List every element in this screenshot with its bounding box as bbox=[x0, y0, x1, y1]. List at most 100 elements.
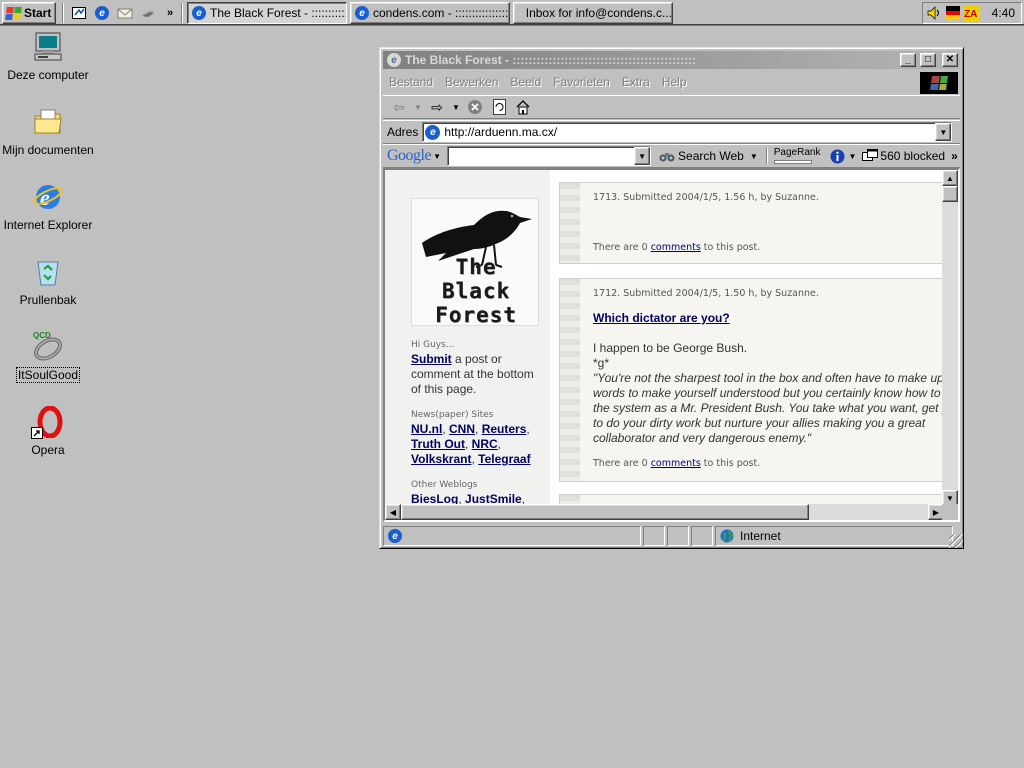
popup-blocker-icon bbox=[862, 149, 879, 161]
link-reuters[interactable]: Reuters bbox=[482, 422, 527, 436]
show-desktop-icon[interactable] bbox=[71, 5, 87, 21]
address-input[interactable]: e http://arduenn.ma.cx/ ▼ bbox=[422, 122, 953, 142]
navigation-toolbar: ⇦ ▼ ⇨ ▼ bbox=[383, 95, 960, 119]
comments-link[interactable]: comments bbox=[651, 458, 701, 469]
pagerank-label: PageRank bbox=[773, 147, 821, 158]
outlook-express-icon[interactable] bbox=[117, 5, 133, 21]
chevron-down-icon[interactable]: ▼ bbox=[433, 152, 441, 161]
greeting-text: Hi Guys... bbox=[411, 340, 455, 350]
clock[interactable]: 4:40 bbox=[992, 6, 1015, 20]
search-history-dropdown[interactable]: ▼ bbox=[634, 147, 651, 165]
menu-favorieten[interactable]: Favorieten bbox=[547, 75, 616, 89]
menu-bestand[interactable]: Bestand bbox=[383, 75, 439, 89]
forward-arrow-icon[interactable]: ⇨ bbox=[427, 98, 447, 116]
quicklaunch-more[interactable]: » bbox=[162, 5, 178, 21]
scroll-up-button[interactable]: ▲ bbox=[942, 170, 958, 186]
desktop-icon-label: Deze computer bbox=[7, 68, 89, 82]
globe-icon bbox=[720, 529, 734, 543]
news-links: NU.nl, CNN, Reuters, Truth Out, NRC, Vol… bbox=[411, 422, 531, 466]
vertical-scrollbar[interactable]: ▲ ▼ bbox=[942, 170, 958, 506]
scroll-left-button[interactable]: ◀ bbox=[385, 504, 401, 520]
page-info-button[interactable]: ▼ bbox=[830, 149, 856, 164]
status-cell bbox=[667, 526, 689, 546]
minimize-button[interactable]: _ bbox=[900, 53, 916, 67]
desktop-icon-label: ItSoulGood bbox=[15, 367, 81, 383]
google-search-input[interactable]: ▼ bbox=[447, 146, 652, 166]
start-button[interactable]: Start bbox=[2, 2, 56, 24]
network-flag-icon[interactable] bbox=[946, 6, 960, 20]
desktop-icon-recycle-bin[interactable]: Prullenbak bbox=[0, 255, 96, 307]
task-label: The Black Forest - :::::::::::::: bbox=[210, 6, 347, 20]
window-titlebar[interactable]: e The Black Forest - :::::::::::::::::::… bbox=[383, 51, 960, 69]
toolbar-separator bbox=[765, 148, 768, 164]
post-body: I happen to be George Bush. *g* "You're … bbox=[593, 341, 942, 446]
menu-bar: Bestand Bewerken Beeld Favorieten Extra … bbox=[383, 71, 960, 94]
desktop-icon-opera[interactable]: Opera bbox=[0, 405, 96, 457]
back-arrow-icon[interactable]: ⇦ bbox=[389, 98, 409, 116]
menu-extra[interactable]: Extra bbox=[616, 75, 656, 89]
link-telegraaf[interactable]: Telegraaf bbox=[478, 452, 530, 466]
menu-help[interactable]: Help bbox=[656, 75, 693, 89]
comments-link[interactable]: comments bbox=[651, 242, 701, 253]
status-cell bbox=[691, 526, 713, 546]
desktop-icon-my-documents[interactable]: Mijn documenten bbox=[0, 105, 96, 157]
google-toolbar-more[interactable]: » bbox=[951, 149, 958, 163]
menu-bewerken[interactable]: Bewerken bbox=[439, 75, 504, 89]
horizontal-scroll-thumb[interactable] bbox=[401, 504, 809, 520]
link-cnn[interactable]: CNN bbox=[449, 422, 475, 436]
address-dropdown-button[interactable]: ▼ bbox=[935, 123, 952, 141]
link-volkskrant[interactable]: Volkskrant bbox=[411, 452, 471, 466]
submit-link[interactable]: Submit bbox=[411, 352, 452, 366]
desktop-icon-internet-explorer[interactable]: e Internet Explorer bbox=[0, 180, 96, 232]
post-quote: "You're not the sharpest tool in the box… bbox=[593, 371, 942, 445]
news-heading: News(paper) Sites bbox=[411, 410, 494, 420]
link-justsmile[interactable]: JustSmile bbox=[465, 492, 522, 504]
google-logo[interactable]: Google bbox=[387, 147, 432, 165]
task-button-condens[interactable]: e condens.com - :::::::::::::::::::::: bbox=[350, 2, 510, 24]
weblogs-heading: Other Weblogs bbox=[411, 480, 478, 490]
search-web-button[interactable]: Search Web bbox=[659, 149, 744, 163]
post-meta: 1712. Submitted 2004/1/5, 1.50 h, by Suz… bbox=[593, 288, 819, 299]
refresh-icon[interactable] bbox=[489, 98, 509, 116]
post-1712: 1712. Submitted 2004/1/5, 1.50 h, by Suz… bbox=[559, 278, 942, 482]
stop-icon[interactable] bbox=[465, 98, 485, 116]
desktop-icon-itsoulgood[interactable]: QCD ItSoulGood bbox=[0, 330, 96, 383]
address-value: http://arduenn.ma.cx/ bbox=[444, 125, 558, 139]
close-button[interactable]: ✕ bbox=[942, 53, 958, 67]
windows-throbber-icon bbox=[920, 72, 958, 94]
quicklaunch-tool-icon[interactable] bbox=[140, 5, 156, 21]
link-bieslog[interactable]: BiesLog bbox=[411, 492, 458, 504]
ie-icon: e bbox=[387, 53, 401, 67]
taskbar: Start e » e The Black Forest - :::::::::… bbox=[0, 0, 1024, 26]
vertical-scroll-thumb[interactable] bbox=[942, 186, 958, 202]
post-line: I happen to be George Bush. bbox=[593, 341, 748, 355]
resize-grip[interactable] bbox=[949, 534, 963, 548]
google-toolbar: Google ▼ ▼ Search Web ▼ PageRank ▼ 560 b… bbox=[383, 144, 960, 168]
task-button-black-forest[interactable]: e The Black Forest - :::::::::::::: bbox=[187, 2, 347, 24]
home-icon[interactable] bbox=[513, 98, 533, 116]
sidebar: The Black Forest Hi Guys... Submit a pos… bbox=[385, 170, 550, 504]
desktop-icon-my-computer[interactable]: Deze computer bbox=[0, 30, 96, 82]
post-title-link[interactable]: Which dictator are you? bbox=[593, 311, 730, 325]
chevron-down-icon[interactable]: ▼ bbox=[451, 98, 461, 116]
black-forest-logo: The Black Forest bbox=[411, 198, 539, 326]
link-nrc[interactable]: NRC bbox=[472, 437, 498, 451]
menu-beeld[interactable]: Beeld bbox=[504, 75, 547, 89]
post-1713: 1713. Submitted 2004/1/5, 1.56 h, by Suz… bbox=[559, 182, 942, 264]
horizontal-scrollbar[interactable]: ◀ ▶ bbox=[385, 504, 944, 520]
task-button-inbox[interactable]: Inbox for info@condens.c... bbox=[513, 2, 673, 24]
maximize-button[interactable]: □ bbox=[920, 53, 936, 67]
task-label: Inbox for info@condens.c... bbox=[525, 6, 672, 20]
chevron-down-icon[interactable]: ▼ bbox=[750, 152, 758, 161]
chevron-down-icon[interactable]: ▼ bbox=[413, 98, 423, 116]
address-label: Adres bbox=[387, 125, 419, 139]
pagerank-indicator[interactable]: PageRank bbox=[773, 147, 821, 164]
task-label: condens.com - :::::::::::::::::::::: bbox=[373, 6, 509, 20]
status-cell bbox=[643, 526, 665, 546]
volume-icon[interactable] bbox=[927, 6, 943, 20]
link-truth-out[interactable]: Truth Out bbox=[411, 437, 465, 451]
popup-blocker-button[interactable]: 560 blocked bbox=[862, 149, 945, 163]
zonealarm-icon[interactable]: ZA bbox=[963, 5, 979, 21]
ie-quicklaunch-icon[interactable]: e bbox=[94, 5, 110, 21]
link-nu[interactable]: NU.nl bbox=[411, 422, 442, 436]
